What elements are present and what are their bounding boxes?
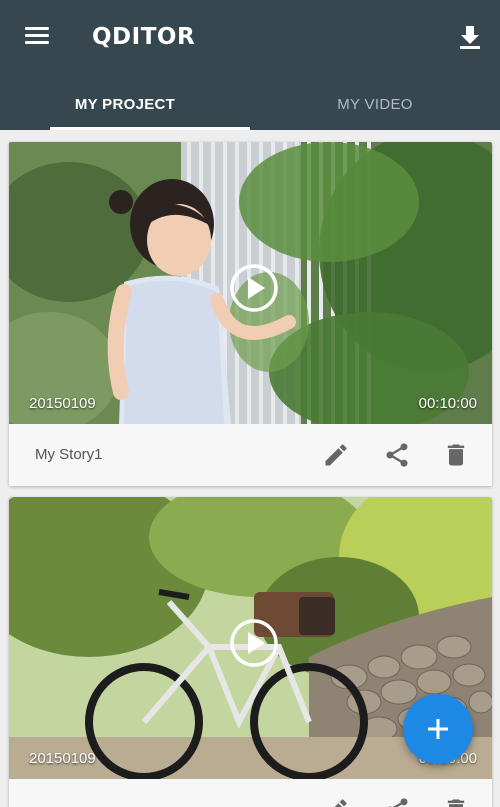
project-footer <box>9 779 492 807</box>
plus-icon <box>428 719 448 739</box>
edit-button[interactable] <box>322 796 350 807</box>
delete-icon <box>447 444 465 466</box>
edit-icon <box>325 444 347 466</box>
hamburger-menu-icon <box>25 27 49 30</box>
delete-button[interactable] <box>442 441 470 469</box>
play-icon <box>230 264 278 312</box>
app-bar: QDITOR MY PROJECT MY VIDEO <box>0 0 500 130</box>
tab-bar: MY PROJECT MY VIDEO <box>0 78 500 130</box>
tab-my-video[interactable]: MY VIDEO <box>250 78 500 130</box>
tab-my-project[interactable]: MY PROJECT <box>0 78 250 130</box>
menu-button[interactable] <box>22 22 54 50</box>
play-button[interactable] <box>228 617 280 669</box>
share-button[interactable] <box>383 441 411 469</box>
delete-icon <box>447 799 465 807</box>
delete-button[interactable] <box>442 796 470 807</box>
project-date: 20150109 <box>29 395 96 412</box>
download-icon <box>460 26 480 49</box>
play-button[interactable] <box>228 262 280 314</box>
project-footer: My Story1 <box>9 424 492 486</box>
project-date: 20150109 <box>29 750 96 767</box>
play-icon <box>230 619 278 667</box>
project-card: 20150109 00:10:00 <box>9 497 492 807</box>
share-icon <box>386 443 408 467</box>
project-card: 20150109 00:10:00 My Story1 <box>9 142 492 486</box>
edit-button[interactable] <box>322 441 350 469</box>
project-thumbnail[interactable]: 20150109 00:10:00 <box>9 142 492 424</box>
tab-indicator <box>50 127 250 130</box>
share-button[interactable] <box>383 796 411 807</box>
app-logo: QDITOR <box>92 24 196 50</box>
download-button[interactable] <box>454 22 486 54</box>
add-project-button[interactable] <box>403 694 473 764</box>
share-icon <box>388 798 408 807</box>
edit-icon <box>334 799 347 807</box>
project-title: My Story1 <box>35 446 103 463</box>
project-duration: 00:10:00 <box>418 395 477 412</box>
